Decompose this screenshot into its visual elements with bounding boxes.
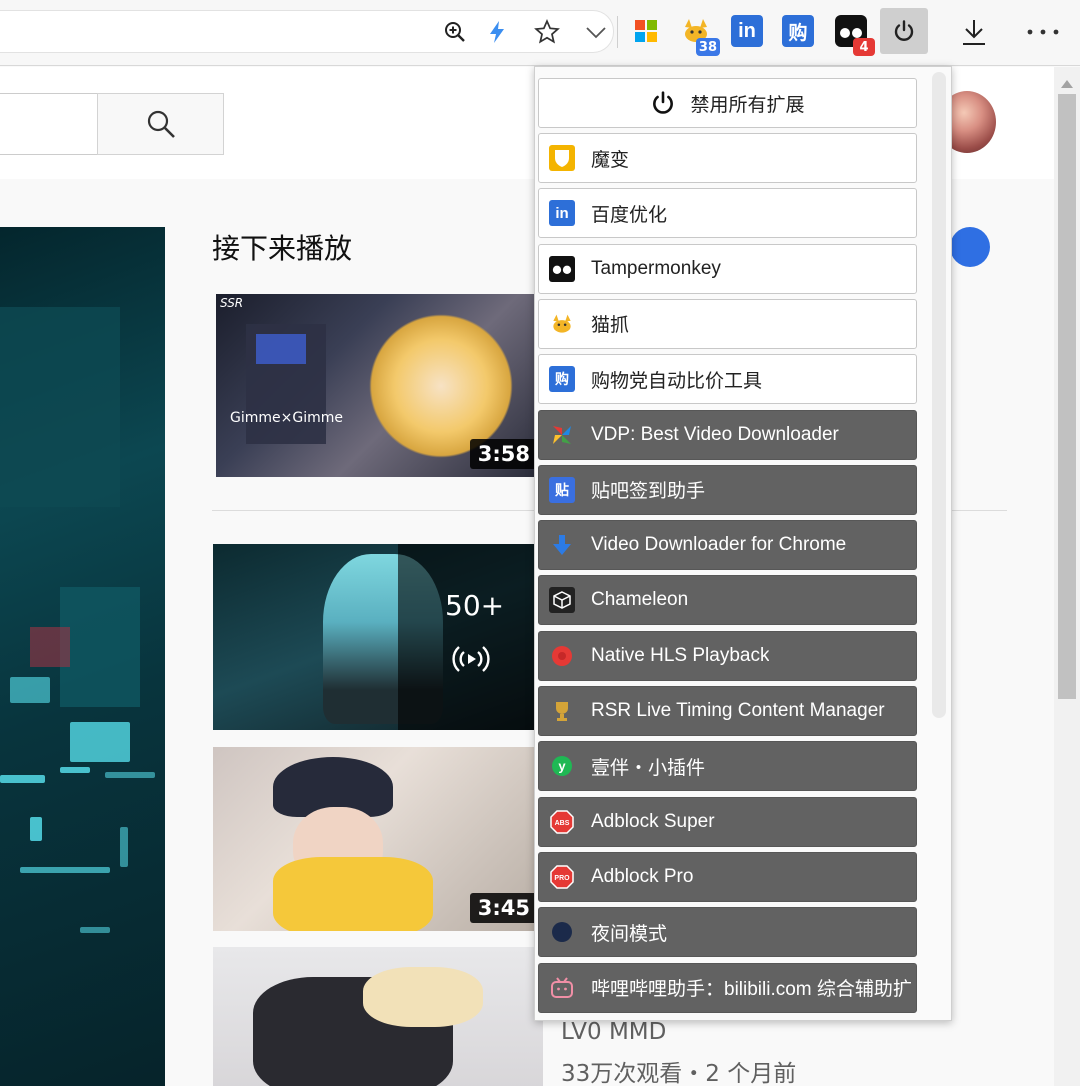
extension-name: Chameleon bbox=[591, 589, 689, 611]
autoplay-toggle[interactable] bbox=[950, 227, 990, 267]
svg-text:y: y bbox=[558, 759, 566, 774]
extension-name: 百度优化 bbox=[591, 204, 668, 226]
extension-name: Native HLS Playback bbox=[591, 644, 770, 666]
extension-name: 魔变 bbox=[591, 149, 630, 171]
power-icon bbox=[653, 91, 674, 114]
popup-scrollbar[interactable] bbox=[932, 72, 946, 718]
toolbar-divider bbox=[617, 16, 618, 48]
extension-name: 哔哩哔哩助手：bilibili.com 综合辅助扩展 bbox=[591, 979, 911, 1000]
extension-item[interactable]: Native HLS Playback bbox=[538, 630, 917, 681]
playlist-count: 50+ bbox=[445, 589, 505, 622]
disable-all-label: 禁用所有扩展 bbox=[690, 93, 805, 116]
thumbnail-overlay-text: Gimme×Gimme bbox=[230, 410, 343, 426]
search-input[interactable] bbox=[0, 93, 98, 155]
extension-item[interactable]: PRO Adblock Pro bbox=[538, 851, 917, 902]
extension-item[interactable]: in 百度优化 bbox=[538, 188, 917, 239]
pinwheel-icon bbox=[549, 422, 575, 448]
cat-badge: 38 bbox=[695, 38, 720, 56]
page-scrollbar-thumb[interactable] bbox=[1058, 94, 1076, 699]
extension-name: 壹伴・小插件 bbox=[591, 757, 706, 779]
extension-name: VDP: Best Video Downloader bbox=[591, 423, 839, 445]
linkedin-icon[interactable]: in bbox=[731, 15, 763, 47]
tampermonkey-icon[interactable]: 4 bbox=[835, 15, 875, 56]
extension-name: RSR Live Timing Content Manager bbox=[591, 700, 885, 721]
trophy-icon bbox=[549, 698, 575, 724]
extension-item[interactable]: ABS Adblock Super bbox=[538, 796, 917, 847]
corner-label: SSR bbox=[220, 296, 244, 310]
extension-name: 贴吧签到助手 bbox=[591, 481, 706, 503]
shopping-icon: 购 bbox=[549, 366, 575, 393]
extension-name: Video Downloader for Chrome bbox=[591, 534, 847, 556]
pro-stop-icon: PRO bbox=[549, 864, 575, 890]
address-bar[interactable] bbox=[0, 10, 614, 53]
linkedin-icon: in bbox=[549, 200, 575, 227]
windows-icon[interactable] bbox=[630, 15, 662, 47]
extension-name: Tampermonkey bbox=[591, 257, 721, 279]
power-icon[interactable] bbox=[880, 8, 928, 54]
extension-item[interactable]: 购购物党自动比价工具 bbox=[538, 354, 917, 405]
extension-item[interactable]: 哔哩哔哩助手：bilibili.com 综合辅助扩展 bbox=[538, 962, 917, 1013]
cat-icon bbox=[549, 311, 575, 337]
duration-badge: 3:58 bbox=[469, 439, 538, 469]
extension-name: 猫抓 bbox=[591, 315, 630, 337]
cat-icon[interactable]: 38 bbox=[680, 15, 720, 56]
moon-icon bbox=[549, 919, 575, 945]
search-icon bbox=[147, 110, 175, 138]
video-thumbnail[interactable] bbox=[213, 947, 543, 1086]
video-channel[interactable]: LV0 MMD bbox=[561, 1019, 666, 1045]
duration-badge: 3:45 bbox=[469, 893, 538, 923]
extension-name: Adblock Pro bbox=[591, 865, 694, 887]
video-player[interactable] bbox=[0, 227, 165, 1086]
video-thumbnail[interactable]: 3:45 bbox=[213, 747, 538, 931]
shield-icon bbox=[549, 145, 575, 171]
abs-stop-icon: ABS bbox=[549, 809, 575, 835]
tamper-badge: 4 bbox=[853, 38, 875, 56]
extension-item[interactable]: Video Downloader for Chrome bbox=[538, 520, 917, 571]
tieba-icon: 贴 bbox=[549, 476, 575, 503]
scroll-up-arrow[interactable] bbox=[1061, 80, 1073, 88]
extension-item[interactable]: Chameleon bbox=[538, 575, 917, 626]
extension-item[interactable]: Tampermonkey bbox=[538, 243, 917, 294]
extension-item[interactable]: 猫抓 bbox=[538, 298, 917, 349]
video-thumbnail[interactable]: SSR Gimme×Gimme 3:58 bbox=[216, 294, 538, 477]
bolt-icon[interactable] bbox=[478, 13, 516, 51]
extension-name: Adblock Super bbox=[591, 810, 715, 832]
chevron-down-icon[interactable] bbox=[577, 13, 615, 51]
broadcast-icon bbox=[452, 646, 490, 672]
record-icon bbox=[549, 643, 575, 669]
star-icon[interactable] bbox=[528, 13, 566, 51]
tampermonkey-icon bbox=[549, 255, 575, 282]
zoom-icon[interactable] bbox=[436, 13, 474, 51]
search-button[interactable] bbox=[97, 93, 224, 155]
svg-text:PRO: PRO bbox=[554, 875, 570, 882]
extension-item[interactable]: RSR Live Timing Content Manager bbox=[538, 686, 917, 736]
disable-all-button[interactable]: 禁用所有扩展 bbox=[538, 78, 917, 128]
shopping-icon[interactable]: 购 bbox=[782, 15, 814, 47]
extension-item[interactable]: 贴贴吧签到助手 bbox=[538, 464, 917, 515]
video-stats: 33万次观看・2 个月前 bbox=[561, 1061, 797, 1086]
yiban-icon: y bbox=[549, 753, 575, 779]
down-arrow-icon bbox=[549, 532, 575, 558]
extension-item[interactable]: y 壹伴・小插件 bbox=[538, 741, 917, 792]
download-icon[interactable] bbox=[955, 13, 993, 51]
browser-toolbar: 38 in 购 4 bbox=[0, 0, 1080, 66]
up-next-heading: 接下来播放 bbox=[212, 232, 353, 265]
extension-name: 夜间模式 bbox=[591, 923, 668, 945]
more-icon[interactable] bbox=[1024, 13, 1062, 51]
extension-item[interactable]: 魔变 bbox=[538, 133, 917, 183]
cube-icon bbox=[549, 587, 575, 614]
extension-item[interactable]: 夜间模式 bbox=[538, 907, 917, 958]
bilibili-icon bbox=[549, 975, 575, 1001]
playlist-thumbnail[interactable]: 50+ bbox=[213, 544, 538, 730]
extension-item[interactable]: VDP: Best Video Downloader bbox=[538, 409, 917, 460]
svg-text:ABS: ABS bbox=[555, 820, 570, 827]
extension-name: 购物党自动比价工具 bbox=[591, 370, 763, 392]
